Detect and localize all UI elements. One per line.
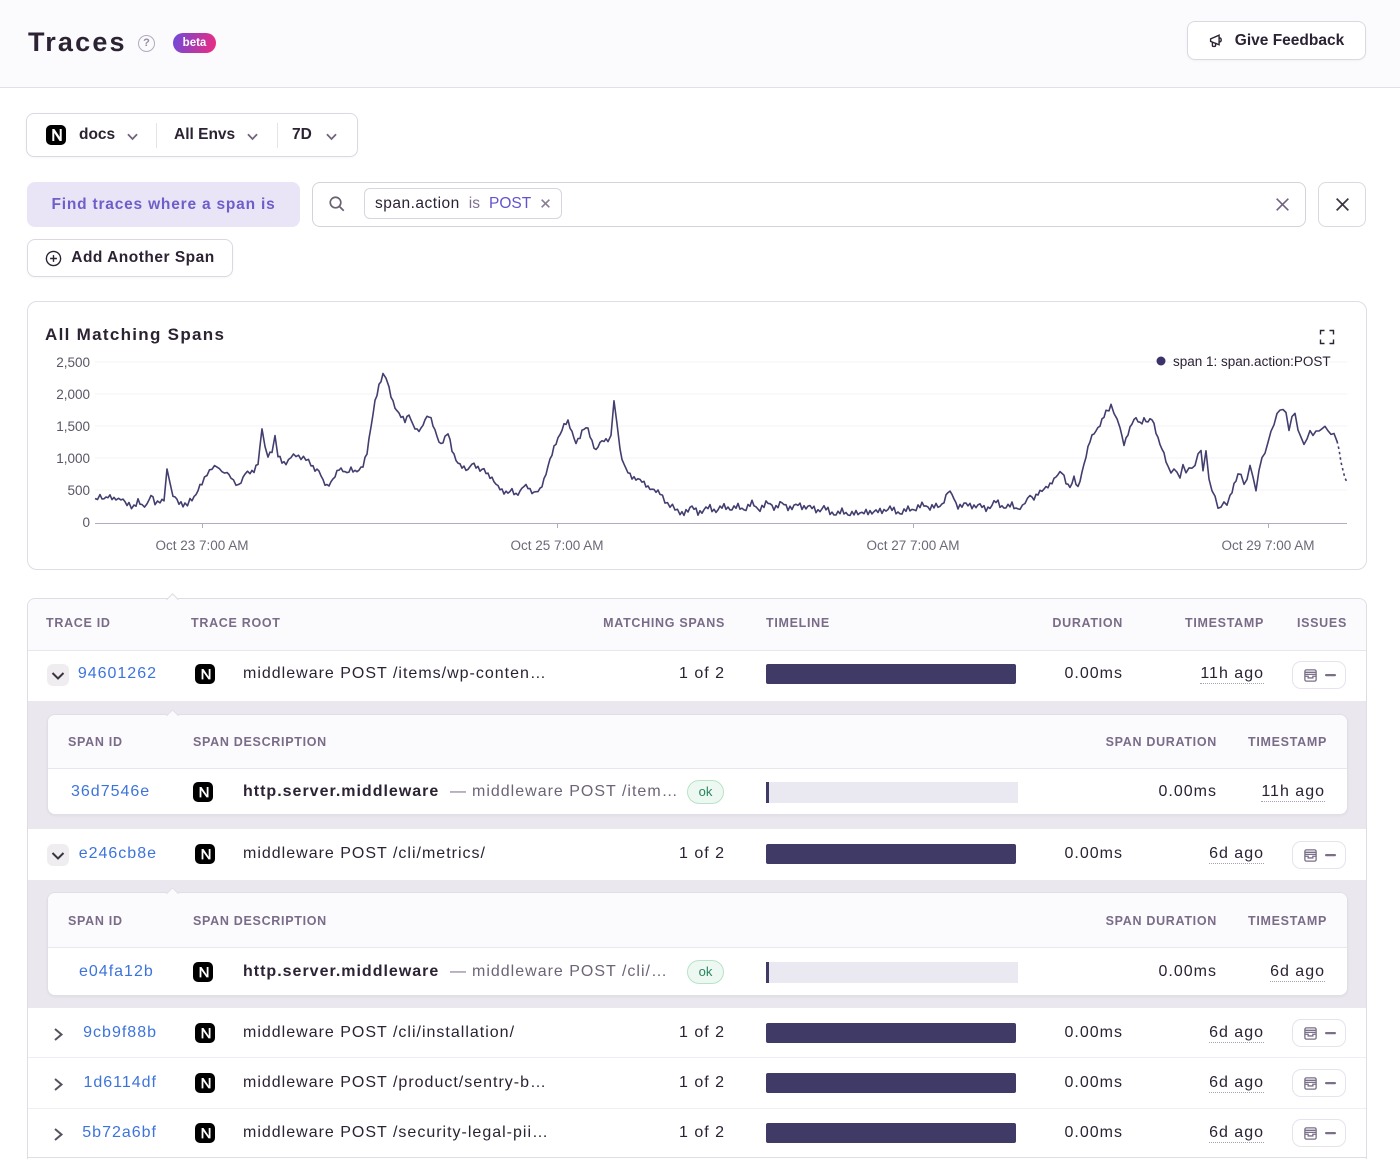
svg-text:0: 0: [82, 515, 90, 530]
svg-text:Oct 29 7:00 AM: Oct 29 7:00 AM: [1221, 538, 1314, 553]
svg-text:2,500: 2,500: [56, 355, 90, 370]
svg-text:Oct 23 7:00 AM: Oct 23 7:00 AM: [155, 538, 248, 553]
svg-text:2,000: 2,000: [56, 387, 90, 402]
svg-text:span 1: span.action:POST: span 1: span.action:POST: [1173, 354, 1331, 369]
svg-text:Oct 27 7:00 AM: Oct 27 7:00 AM: [866, 538, 959, 553]
svg-text:500: 500: [67, 483, 90, 498]
svg-text:Oct 25 7:00 AM: Oct 25 7:00 AM: [510, 538, 603, 553]
svg-text:1,000: 1,000: [56, 451, 90, 466]
svg-text:1,500: 1,500: [56, 419, 90, 434]
